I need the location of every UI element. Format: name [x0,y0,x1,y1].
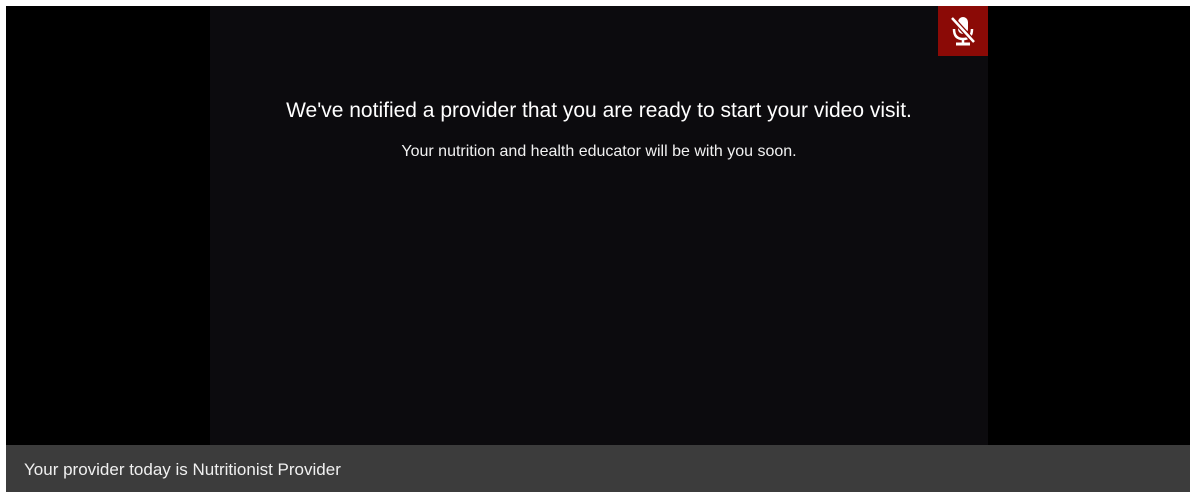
video-visit-frame: We've notified a provider that you are r… [6,6,1190,492]
provider-notified-message: We've notified a provider that you are r… [286,99,912,122]
educator-wait-message: Your nutrition and health educator will … [401,143,797,160]
provider-name-text: Your provider today is Nutritionist Prov… [24,460,341,479]
video-area: We've notified a provider that you are r… [6,6,1190,445]
video-feed-panel [210,6,988,445]
microphone-mute-button[interactable] [938,6,988,56]
provider-info-bar: Your provider today is Nutritionist Prov… [6,445,1190,492]
microphone-muted-icon [948,14,978,48]
